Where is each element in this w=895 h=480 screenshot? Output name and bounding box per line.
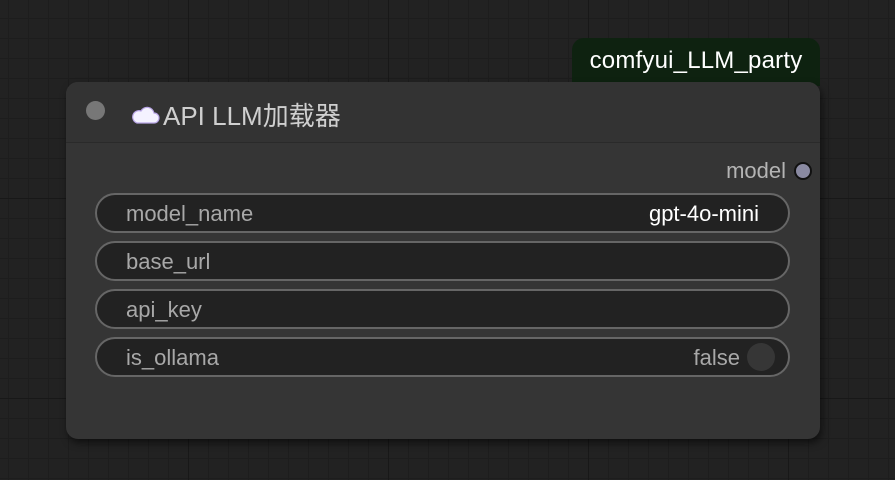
model-name-field[interactable]: model_name gpt-4o-mini bbox=[95, 193, 790, 233]
cloud-icon bbox=[132, 106, 160, 124]
toggle-value: false bbox=[693, 345, 740, 370]
node-header[interactable]: API LLM加载器 bbox=[66, 82, 820, 143]
widget-value: gpt-4o-mini bbox=[648, 201, 759, 226]
widget-label: model_name bbox=[126, 201, 254, 226]
widget-label: api_key bbox=[126, 297, 202, 322]
collapse-toggle-icon[interactable] bbox=[86, 101, 105, 120]
output-label: model bbox=[726, 158, 786, 183]
output-connector-icon[interactable] bbox=[794, 162, 812, 180]
widget-label: base_url bbox=[126, 249, 211, 274]
node-source-badge: comfyui_LLM_party bbox=[572, 38, 820, 86]
base-url-field[interactable]: base_url bbox=[95, 241, 790, 281]
api-key-field[interactable]: api_key bbox=[95, 289, 790, 329]
widget-label: is_ollama bbox=[126, 345, 219, 370]
output-slot-model[interactable]: model bbox=[726, 158, 812, 184]
api-llm-loader-node[interactable]: API LLM加载器 model model_name gpt-4o-mini … bbox=[66, 82, 820, 439]
is-ollama-toggle[interactable]: is_ollama false bbox=[95, 337, 790, 377]
node-title-text: API LLM加载器 bbox=[163, 101, 341, 131]
toggle-knob-icon[interactable] bbox=[747, 343, 775, 371]
node-title: API LLM加载器 bbox=[130, 96, 341, 133]
